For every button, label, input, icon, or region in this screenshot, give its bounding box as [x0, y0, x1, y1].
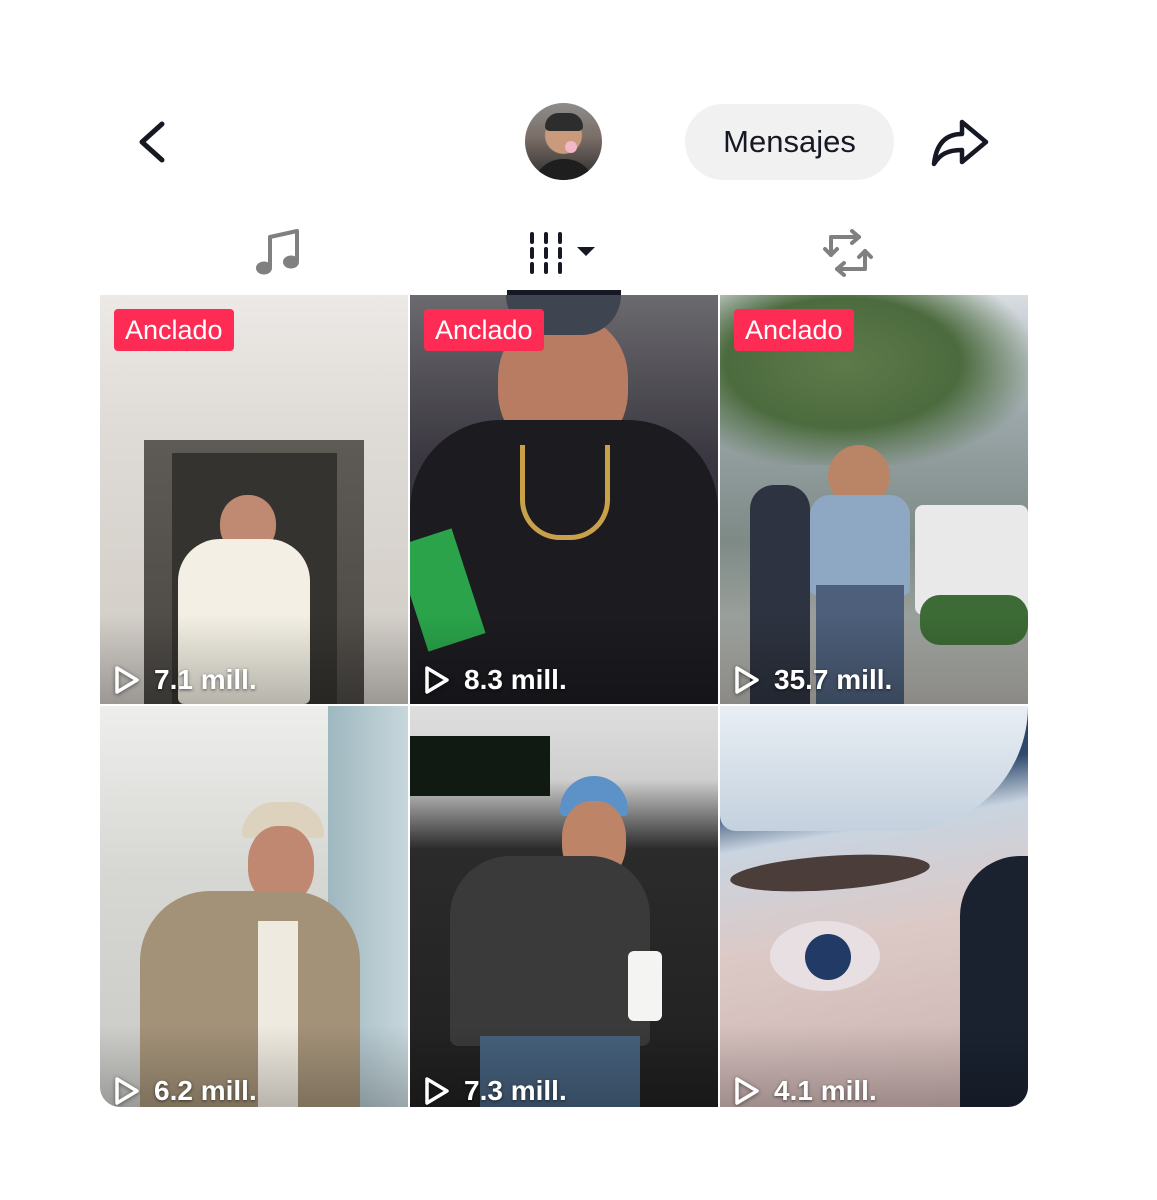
share-arrow-icon — [931, 119, 989, 167]
back-button[interactable] — [128, 112, 178, 172]
view-count: 4.1 mill. — [734, 1075, 877, 1107]
avatar[interactable] — [525, 103, 602, 180]
view-count-label: 7.3 mill. — [464, 1075, 567, 1106]
music-note-icon — [256, 228, 299, 274]
video-tile[interactable]: 4.1 mill. — [720, 706, 1028, 1107]
play-icon — [735, 1077, 759, 1105]
view-count: 6.2 mill. — [114, 1075, 257, 1107]
tab-music[interactable] — [128, 210, 428, 295]
video-grid-sort-icon — [530, 231, 595, 274]
play-icon — [425, 1077, 449, 1105]
repost-icon — [823, 228, 873, 277]
video-tile[interactable]: Anclado 35.7 mill. — [720, 295, 1028, 704]
chevron-left-icon — [139, 121, 165, 163]
tab-reposts[interactable] — [698, 210, 998, 295]
view-count-label: 8.3 mill. — [464, 664, 567, 695]
profile-header: Mensajes — [0, 0, 1157, 200]
view-count: 7.1 mill. — [114, 664, 257, 696]
view-count: 7.3 mill. — [424, 1075, 567, 1107]
video-tile[interactable]: 6.2 mill. — [100, 706, 408, 1107]
video-grid: Anclado 7.1 mill. Anclado 8.3 mill. Ancl… — [100, 295, 1028, 1107]
play-icon — [115, 666, 139, 694]
view-count: 8.3 mill. — [424, 664, 567, 696]
view-count-label: 7.1 mill. — [154, 664, 257, 695]
video-tile[interactable]: 7.3 mill. — [410, 706, 718, 1107]
view-count-label: 6.2 mill. — [154, 1075, 257, 1106]
pinned-badge: Anclado — [114, 309, 234, 351]
view-count-label: 4.1 mill. — [774, 1075, 877, 1106]
play-icon — [735, 666, 759, 694]
pinned-badge: Anclado — [734, 309, 854, 351]
view-count-label: 35.7 mill. — [774, 664, 893, 695]
video-tile[interactable]: Anclado 8.3 mill. — [410, 295, 718, 704]
play-icon — [115, 1077, 139, 1105]
video-tile[interactable]: Anclado 7.1 mill. — [100, 295, 408, 704]
messages-button[interactable]: Mensajes — [685, 104, 894, 180]
view-count: 35.7 mill. — [734, 664, 892, 696]
pinned-badge: Anclado — [424, 309, 544, 351]
content-tabs — [100, 210, 1028, 295]
play-icon — [425, 666, 449, 694]
tab-videos[interactable] — [414, 210, 714, 295]
share-button[interactable] — [928, 112, 992, 172]
